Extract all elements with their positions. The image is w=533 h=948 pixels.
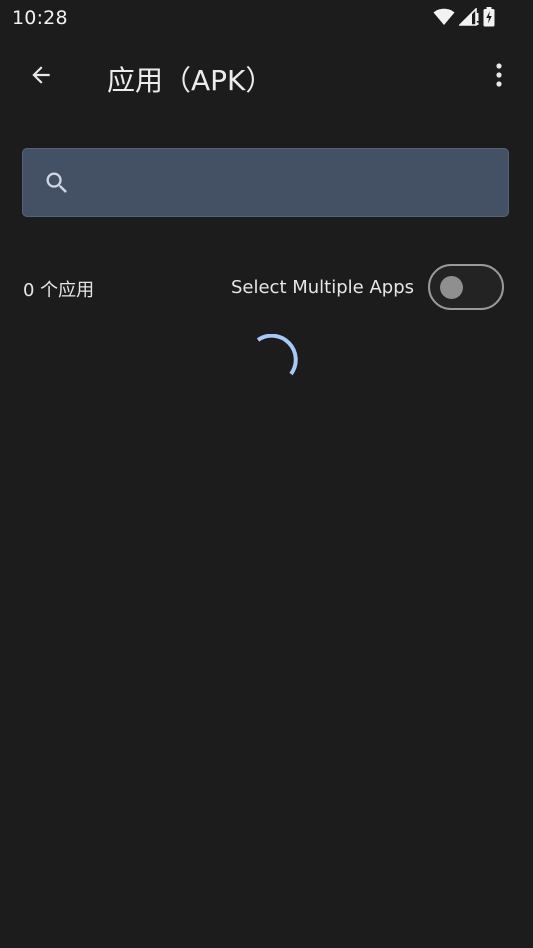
loading-spinner	[244, 333, 300, 390]
arrow-back-icon	[28, 62, 54, 92]
search-box[interactable]	[22, 148, 509, 217]
search-input[interactable]	[91, 161, 495, 207]
multi-select-label: Select Multiple Apps	[230, 277, 414, 298]
status-time: 10:28	[12, 7, 68, 29]
status-bar: 10:28	[0, 0, 533, 36]
page-title: 应用（APK）	[107, 64, 274, 97]
multi-select-toggle[interactable]	[428, 264, 504, 310]
more-options-button[interactable]	[479, 54, 519, 100]
toggle-thumb	[440, 276, 463, 299]
app-bar: 应用（APK）	[0, 40, 533, 114]
more-vert-icon	[495, 62, 503, 92]
status-icons	[433, 7, 495, 27]
battery-charging-icon	[483, 7, 495, 27]
search-icon	[43, 169, 71, 197]
back-button[interactable]	[18, 54, 64, 100]
apk-apps-screen: 10:28 应用（APK） 0 个应用 Select Multiple Apps	[0, 0, 533, 948]
cell-signal-icon	[459, 8, 479, 26]
app-count-label: 0 个应用	[23, 280, 95, 301]
wifi-icon	[433, 8, 455, 26]
